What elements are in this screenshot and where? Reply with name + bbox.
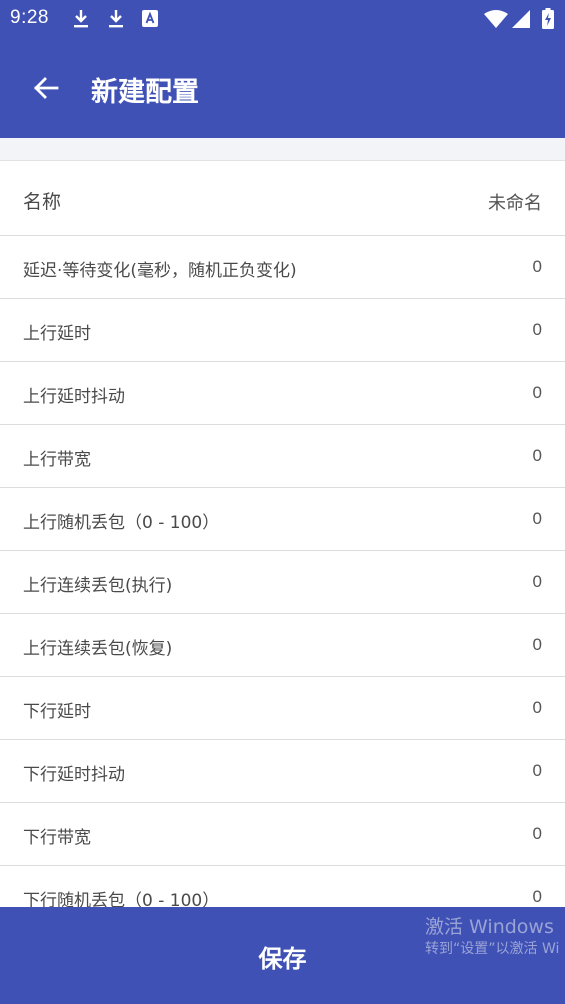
setting-label: 上行连续丢包(执行) xyxy=(23,576,173,596)
app-notification-icon xyxy=(142,10,158,31)
setting-label: 下行带宽 xyxy=(23,828,91,848)
list-item-downlink-bandwidth[interactable]: 下行带宽 0 xyxy=(0,803,565,866)
section-divider xyxy=(0,138,565,161)
list-item-uplink-burst-loss-recover[interactable]: 上行连续丢包(恢复) 0 xyxy=(0,614,565,677)
status-bar: 9:28 xyxy=(0,0,565,38)
arrow-left-icon xyxy=(34,77,59,99)
back-button[interactable] xyxy=(24,66,68,110)
setting-label: 上行随机丢包（0 - 100） xyxy=(23,513,220,533)
name-value: 未命名 xyxy=(488,193,542,214)
list-item-uplink-burst-loss-exec[interactable]: 上行连续丢包(执行) 0 xyxy=(0,551,565,614)
setting-value: 0 xyxy=(532,446,542,465)
download-icon xyxy=(107,9,125,33)
setting-label: 上行连续丢包(恢复) xyxy=(23,639,173,659)
name-row[interactable]: 名称 未命名 xyxy=(0,161,565,236)
wifi-icon xyxy=(484,10,508,32)
setting-label: 上行带宽 xyxy=(23,450,91,470)
setting-value: 0 xyxy=(532,761,542,780)
list-item-uplink-random-loss[interactable]: 上行随机丢包（0 - 100） 0 xyxy=(0,488,565,551)
list-item-uplink-delay-jitter[interactable]: 上行延时抖动 0 xyxy=(0,362,565,425)
setting-label: 下行延时 xyxy=(23,702,91,722)
setting-label: 上行延时抖动 xyxy=(23,387,125,407)
signal-icon xyxy=(512,10,530,32)
battery-charging-icon xyxy=(542,8,554,33)
list-item-downlink-delay[interactable]: 下行延时 0 xyxy=(0,677,565,740)
setting-value: 0 xyxy=(532,698,542,717)
save-button[interactable]: 保存 激活 Windows 转到“设置”以激活 Wi xyxy=(0,907,565,1004)
activation-watermark-subtitle: 转到“设置”以激活 Wi xyxy=(425,941,560,957)
setting-label: 下行延时抖动 xyxy=(23,765,125,785)
settings-list: 名称 未命名 延迟·等待变化(毫秒，随机正负变化) 0 上行延时 0 上行延时抖… xyxy=(0,161,565,929)
download-icon xyxy=(72,9,90,33)
setting-label: 上行延时 xyxy=(23,324,91,344)
setting-value: 0 xyxy=(532,257,542,276)
name-label: 名称 xyxy=(23,191,62,213)
setting-value: 0 xyxy=(532,572,542,591)
setting-value: 0 xyxy=(532,383,542,402)
page-title: 新建配置 xyxy=(91,77,199,108)
setting-value: 0 xyxy=(532,320,542,339)
setting-value: 0 xyxy=(532,635,542,654)
list-item-downlink-delay-jitter[interactable]: 下行延时抖动 0 xyxy=(0,740,565,803)
activation-watermark-title: 激活 Windows xyxy=(425,916,554,938)
list-item-uplink-delay[interactable]: 上行延时 0 xyxy=(0,299,565,362)
setting-value: 0 xyxy=(532,824,542,843)
app-bar: 新建配置 xyxy=(0,38,565,138)
screen: 9:28 新建配置 名称 未命名 延迟·等待变化(毫秒，随机正负变化) 0 上行… xyxy=(0,0,565,1004)
setting-value: 0 xyxy=(532,887,542,906)
list-item-delay-wait-variation[interactable]: 延迟·等待变化(毫秒，随机正负变化) 0 xyxy=(0,236,565,299)
status-time: 9:28 xyxy=(10,7,49,28)
list-item-uplink-bandwidth[interactable]: 上行带宽 0 xyxy=(0,425,565,488)
setting-value: 0 xyxy=(532,509,542,528)
setting-label: 延迟·等待变化(毫秒，随机正负变化) xyxy=(23,261,297,281)
